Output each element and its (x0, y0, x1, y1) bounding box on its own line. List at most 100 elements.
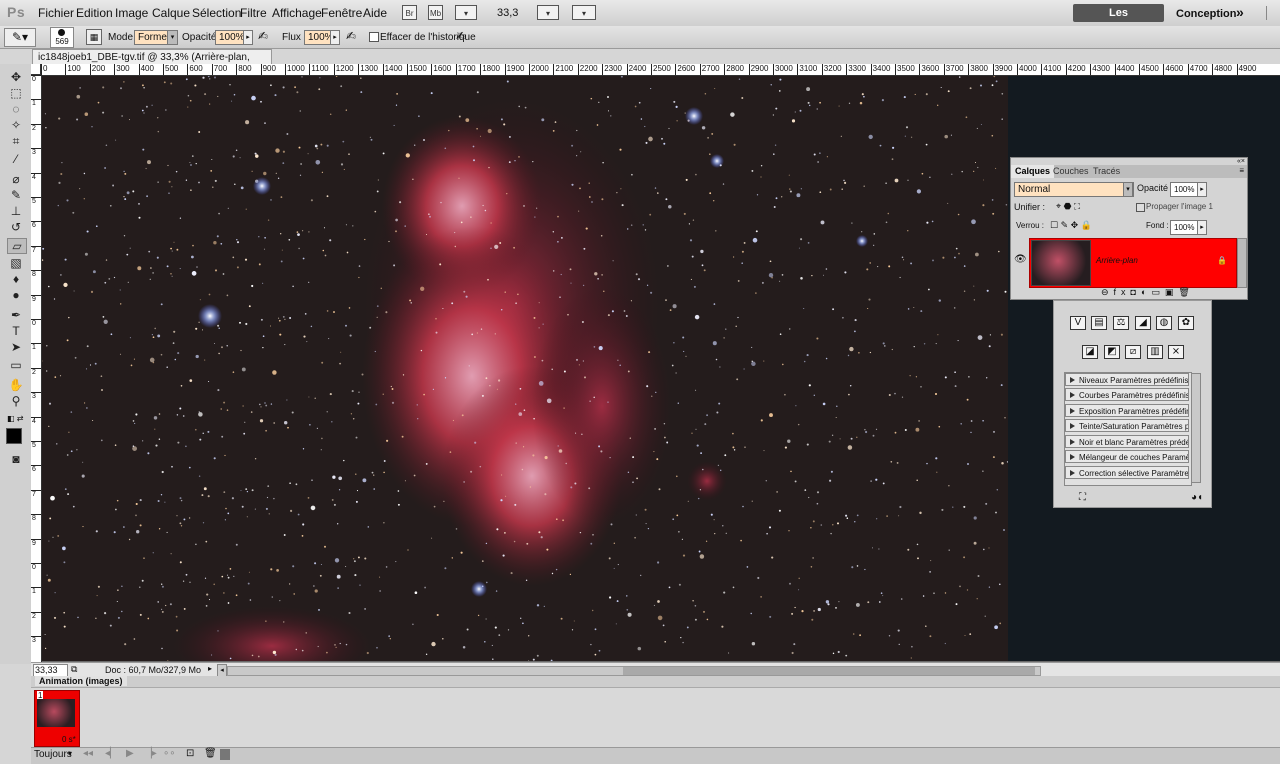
arrange-documents-icon[interactable]: ▾ (537, 5, 559, 20)
type-tool-icon[interactable]: T (7, 324, 25, 338)
blend-mode-dropdown-icon[interactable]: ▾ (1123, 182, 1133, 197)
threshold-icon[interactable]: ⧄ (1125, 345, 1141, 359)
extras-icon[interactable]: ▾ (455, 5, 477, 20)
layer-name[interactable]: Arrière-plan (1096, 256, 1138, 265)
mode-dropdown-icon[interactable]: ▾ (167, 30, 178, 45)
menu-affichage[interactable]: Affichage (272, 6, 322, 20)
loop-select[interactable]: Toujours (34, 749, 72, 760)
preset-exposure[interactable]: Exposition Paramètres prédéfinis (1065, 404, 1189, 417)
preset-black-white[interactable]: Noir et blanc Paramètres prédéfi... (1065, 435, 1189, 448)
preset-levels[interactable]: Niveaux Paramètres prédéfinis (1065, 373, 1189, 386)
blend-mode-select[interactable]: Normal (1014, 182, 1134, 197)
panel-menu-icon[interactable]: ≡ (1239, 166, 1244, 175)
brush-tool-preset-icon[interactable]: ✎▾ (4, 28, 36, 47)
more-workspaces-icon[interactable]: » (1236, 4, 1244, 20)
gradient-map-icon[interactable]: ▥ (1147, 345, 1163, 359)
brush-panel-toggle-icon[interactable]: ▦ (86, 29, 102, 45)
brightness-contrast-icon[interactable]: V (1070, 316, 1086, 330)
invert-icon[interactable]: ◪ (1082, 345, 1098, 359)
preset-curves[interactable]: Courbes Paramètres prédéfinis (1065, 388, 1189, 401)
screen-mode-icon[interactable]: ▾ (572, 5, 596, 20)
dodge-tool-icon[interactable]: ● (7, 288, 25, 302)
status-menu-icon[interactable]: ▸ (208, 664, 212, 673)
tab-couches[interactable]: Couches (1049, 165, 1093, 178)
horizontal-ruler[interactable]: 0 100 200 300 400 500 600 700 800 900 1000 1100 1200… (41, 64, 1280, 76)
layers-scrollbar[interactable] (1237, 238, 1247, 288)
menu-fichier[interactable]: Fichier (38, 6, 74, 20)
quick-selection-tool-icon[interactable]: ✧ (7, 118, 25, 132)
fill-input[interactable]: 100% (1170, 220, 1200, 235)
animation-panel-title[interactable]: Animation (images) (35, 676, 127, 686)
lasso-tool-icon[interactable]: ◌ (7, 102, 25, 116)
bridge-icon[interactable]: Br (402, 5, 417, 20)
zoom-level[interactable]: 33,3 (497, 7, 518, 19)
horizontal-scrollbar[interactable] (227, 666, 1041, 676)
quick-mask-icon[interactable]: ◙ (7, 452, 25, 466)
menu-filtre[interactable]: Filtre (240, 6, 267, 20)
healing-brush-tool-icon[interactable]: ⌀ (7, 172, 25, 186)
document-tab[interactable]: ic1848joeb1_DBE-tgv.tif @ 33,3% (Arrière… (32, 49, 272, 78)
menu-fenetre[interactable]: Fenêtre (321, 6, 362, 20)
animation-frame[interactable]: 1 0 s* (34, 690, 80, 747)
crop-tool-icon[interactable]: ⌗ (7, 134, 25, 148)
pen-tool-icon[interactable]: ✒ (7, 308, 25, 322)
layer-opacity-slider-icon[interactable]: ▸ (1197, 182, 1207, 197)
history-brush-tool-icon[interactable]: ↺ (7, 220, 25, 234)
pressure-size-icon[interactable]: ✍ (456, 29, 466, 43)
duplicate-frame-icon[interactable]: ⊡ (186, 748, 194, 759)
workspace-essentials-button[interactable]: Les indispensables (1073, 4, 1164, 37)
zoom-tool-icon[interactable]: ⚲ (7, 394, 25, 408)
shape-tool-icon[interactable]: ▭ (7, 358, 25, 372)
first-frame-icon[interactable]: ◂◂ (83, 748, 93, 759)
posterize-icon[interactable]: ◩ (1104, 345, 1120, 359)
levels-icon[interactable]: ▤ (1091, 316, 1107, 330)
tab-calques[interactable]: Calques (1011, 165, 1055, 178)
layer-actions-icons[interactable]: ⊖fx◘◐▭▣🗑 (1101, 287, 1195, 298)
opacity-slider-icon[interactable]: ▸ (243, 30, 253, 45)
panel-collapse-icon[interactable]: «× (1237, 158, 1245, 165)
preset-selective-color[interactable]: Correction sélective Paramètres ... (1065, 466, 1189, 479)
brush-picker[interactable]: 569 (50, 27, 74, 48)
layer-row-background[interactable]: Arrière-plan 🔒 (1029, 238, 1237, 288)
blur-tool-icon[interactable]: ♦ (7, 272, 25, 286)
menu-edition[interactable]: Edition (76, 6, 113, 20)
lock-icons[interactable]: ☐ ✎ ✥ 🔒 (1050, 220, 1092, 231)
propagate-checkbox[interactable] (1136, 203, 1145, 212)
tab-traces[interactable]: Tracés (1089, 165, 1124, 178)
preset-hue-saturation[interactable]: Teinte/Saturation Paramètres pr... (1065, 419, 1189, 432)
erase-history-checkbox[interactable] (369, 32, 379, 42)
hand-tool-icon[interactable]: ✋ (7, 378, 25, 392)
play-icon[interactable]: ▶ (126, 748, 134, 759)
ruler-origin[interactable] (31, 64, 41, 75)
status-info-icon[interactable]: ⧉ (71, 664, 77, 675)
menu-image[interactable]: Image (115, 6, 148, 20)
layer-opacity-input[interactable]: 100% (1170, 182, 1200, 197)
convert-timeline-icon[interactable] (220, 749, 230, 760)
menu-aide[interactable]: Aide (363, 6, 387, 20)
exposure-icon[interactable]: ◢ (1135, 316, 1151, 330)
image-canvas[interactable] (42, 76, 1008, 661)
unify-icons[interactable]: ⌖ ⬣ ⛶ (1056, 201, 1080, 212)
marquee-tool-icon[interactable]: ⬚ (7, 86, 25, 100)
airbrush-icon[interactable]: ✍ (346, 29, 356, 43)
previous-frame-icon[interactable]: ◂▏ (105, 748, 118, 759)
presets-scrollbar[interactable] (1191, 373, 1201, 483)
eyedropper-tool-icon[interactable]: ⁄ (7, 152, 25, 166)
tween-icon[interactable]: ∘∘ (163, 748, 176, 759)
vertical-ruler[interactable]: 0 1 2 3 4 5 6 7 8 9 0 1 2 3 4 5 6 7 8 9 0 1 2 3 (31, 75, 42, 662)
workspace-design-button[interactable]: Conception (1176, 8, 1237, 20)
loop-dropdown-icon[interactable]: ▾ (68, 749, 72, 758)
preset-channel-mixer[interactable]: Mélangeur de couches Paramètr... (1065, 450, 1189, 463)
flow-slider-icon[interactable]: ▸ (330, 30, 340, 45)
move-tool-icon[interactable]: ✥ (7, 70, 25, 84)
vibrance-icon[interactable]: ◍ (1156, 316, 1172, 330)
selective-color-icon[interactable]: ⨯ (1168, 345, 1184, 359)
frame-delay[interactable]: 0 s* (62, 735, 76, 744)
scrollbar-thumb[interactable] (623, 667, 1035, 675)
path-selection-tool-icon[interactable]: ➤ (7, 340, 25, 354)
channel-mixer-icon[interactable]: ✿ (1178, 316, 1194, 330)
gradient-tool-icon[interactable]: ▧ (7, 256, 25, 270)
layer-visibility-eye-icon[interactable]: 👁 (1014, 254, 1027, 265)
eraser-tool-icon[interactable]: ▱ (7, 238, 27, 254)
foreground-color-swatch[interactable] (6, 428, 22, 444)
